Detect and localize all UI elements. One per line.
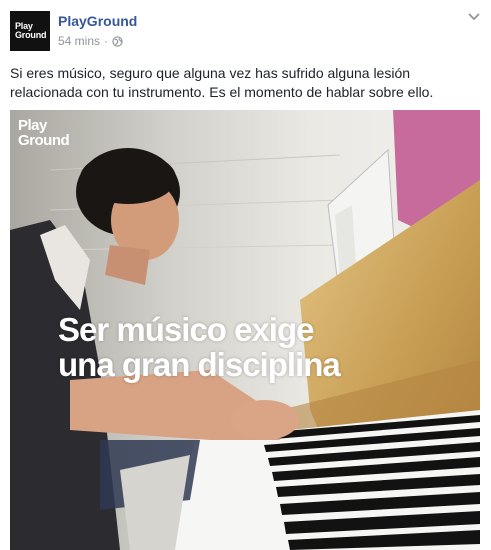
video-logo-line-2: Ground xyxy=(18,132,70,149)
video-logo: Play Ground xyxy=(18,117,70,149)
feed-post: Play Ground PlayGround 54 mins · Si eres… xyxy=(0,0,491,550)
post-meta: 54 mins · xyxy=(58,34,123,48)
post-timestamp[interactable]: 54 mins xyxy=(58,34,100,48)
video-logo-line-1: Play xyxy=(18,117,47,134)
meta-separator: · xyxy=(104,34,109,48)
video-caption: Ser músico exige una gran disciplina xyxy=(58,311,341,383)
video-caption-line-2: una gran disciplina xyxy=(58,346,341,383)
globe-icon[interactable] xyxy=(112,35,123,47)
video-player[interactable]: Play Ground Ser músico exige una gran di… xyxy=(10,110,480,550)
post-text: Si eres músico, seguro que alguna vez ha… xyxy=(10,65,434,100)
chevron-down-icon[interactable] xyxy=(467,12,481,22)
page-name-link[interactable]: PlayGround xyxy=(58,13,137,29)
page-avatar[interactable]: Play Ground xyxy=(10,11,50,51)
avatar-logo-line-2: Ground xyxy=(15,30,47,40)
video-caption-line-1: Ser músico exige xyxy=(58,311,314,348)
